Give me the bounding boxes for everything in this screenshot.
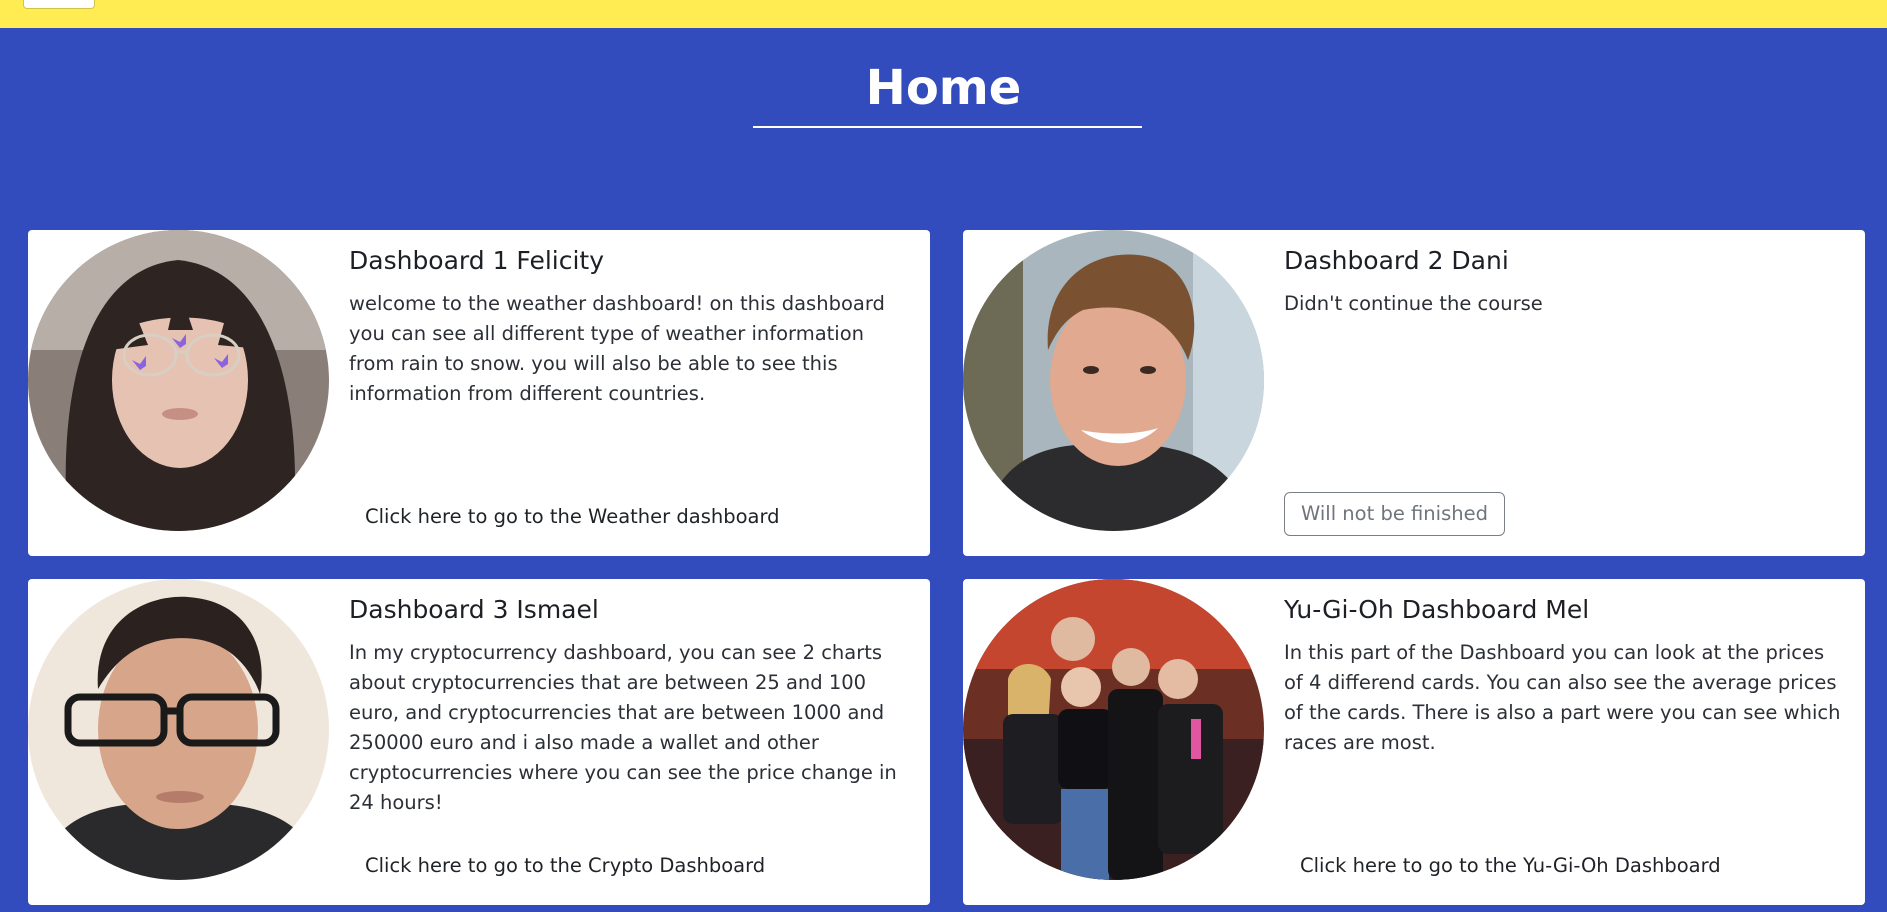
navbar-toggle-button[interactable] (23, 0, 95, 9)
card-title: Yu-Gi-Oh Dashboard Mel (1284, 595, 1590, 624)
weather-dashboard-link[interactable]: Click here to go to the Weather dashboar… (365, 502, 780, 532)
dashboard-card-mel: Yu-Gi-Oh Dashboard Mel In this part of t… (963, 579, 1865, 905)
will-not-be-finished-button[interactable]: Will not be finished (1284, 492, 1505, 536)
card-title: Dashboard 3 Ismael (349, 595, 599, 624)
top-navbar (0, 0, 1887, 28)
yugioh-dashboard-link[interactable]: Click here to go to the Yu-Gi-Oh Dashboa… (1300, 851, 1721, 881)
crypto-dashboard-link[interactable]: Click here to go to the Crypto Dashboard (365, 851, 765, 881)
dashboard-card-ismael: Dashboard 3 Ismael In my cryptocurrency … (28, 579, 930, 905)
card-title: Dashboard 2 Dani (1284, 246, 1509, 275)
avatar-mel (963, 579, 1264, 880)
avatar-dani (963, 230, 1264, 531)
avatar-ismael (28, 579, 329, 880)
dashboard-card-felicity: Dashboard 1 Felicity welcome to the weat… (28, 230, 930, 556)
card-description: welcome to the weather dashboard! on thi… (349, 292, 885, 405)
avatar-felicity (28, 230, 329, 531)
card-title: Dashboard 1 Felicity (349, 246, 605, 275)
card-description: In this part of the Dashboard you can lo… (1284, 641, 1841, 754)
title-underline (753, 126, 1142, 128)
dashboard-card-dani: Dashboard 2 Dani Didn't continue the cou… (963, 230, 1865, 556)
page-title: Home (865, 60, 1022, 116)
card-description: In my cryptocurrency dashboard, you can … (349, 641, 897, 814)
card-description: Didn't continue the course (1284, 292, 1543, 315)
